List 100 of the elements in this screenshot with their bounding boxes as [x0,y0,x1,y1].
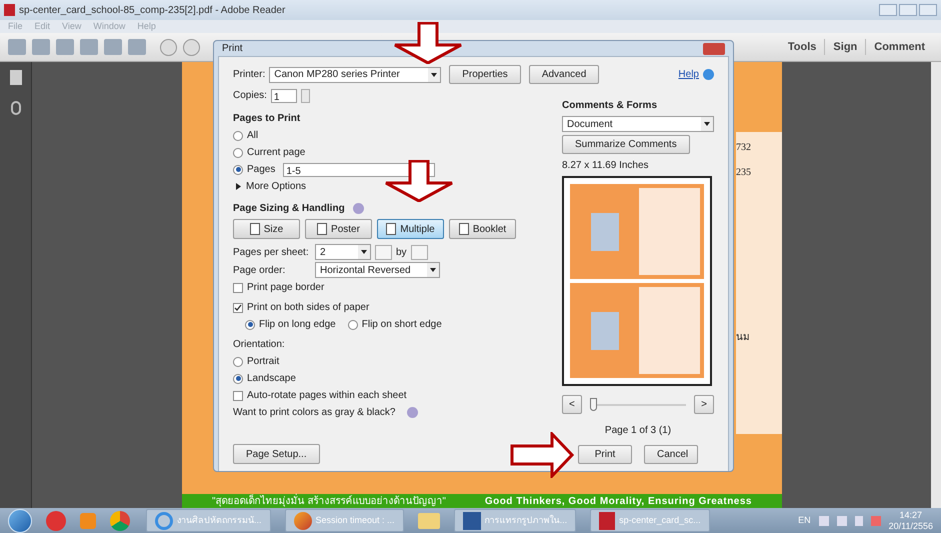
start-orb-icon[interactable] [8,508,32,532]
page-layout-icon [458,223,469,235]
columns-field[interactable] [375,244,392,260]
browser-icon [155,512,173,530]
photo-placeholder [590,212,619,250]
more-options-toggle[interactable]: More Options [246,179,306,194]
printer-dropdown[interactable]: Canon MP280 series Printer [269,66,442,82]
help-link[interactable]: Help [678,67,699,82]
page-setup-button[interactable]: Page Setup... [233,444,320,464]
scrollbar[interactable] [931,62,941,508]
checkbox-label: Print page border [247,281,324,295]
pane-tab[interactable]: Sign [824,38,866,56]
dialog-title: Print [222,42,243,56]
summarize-comments-button[interactable]: Summarize Comments [562,135,690,154]
radio-label: Flip on long edge [259,318,336,332]
browser-icon [294,512,312,530]
next-page-button[interactable]: > [694,395,714,414]
page-layout-icon [250,223,260,235]
section-heading: Page Sizing & Handling [233,202,345,216]
field-label: by [396,246,407,260]
window-title: sp-center_card_school-85_comp-235[2].pdf - Adobe Reader [19,4,286,18]
close-icon[interactable] [919,4,937,16]
sizing-tab[interactable]: Poster [305,219,372,239]
annotation-arrow [510,432,574,478]
pane-tab[interactable]: Comment [865,38,933,56]
caret-icon [428,68,440,82]
page-status: Page 1 of 3 (1) [604,424,672,438]
photo-placeholder [590,312,619,350]
copies-field[interactable]: 1 [270,88,297,102]
tray-icon[interactable] [818,516,829,526]
radio-label: Landscape [247,372,296,386]
radio-button[interactable] [348,320,358,330]
radio-button[interactable] [233,130,243,140]
rows-field[interactable] [410,244,428,260]
page-slider-thumb[interactable] [590,398,597,411]
print-question-text: Want to print colors as gray & black? [233,406,396,420]
field-label: Page order: [233,264,286,278]
caret-icon [701,117,713,131]
restore-icon[interactable] [899,4,917,16]
radio-label: Flip on short edge [362,318,442,332]
sizing-tab[interactable]: Booklet [449,219,516,239]
tray-icon[interactable] [870,516,881,526]
document-icon [462,512,481,530]
close-button[interactable] [703,42,725,54]
properties-button[interactable]: Properties [449,65,521,84]
clock-date: 20/11/2556 [888,520,933,532]
info-icon[interactable] [352,203,364,214]
pane-tab[interactable]: Tools [780,38,824,56]
annotation-arrow [393,22,463,64]
radio-label: Current page [247,146,306,160]
advanced-button[interactable]: Advanced [528,65,600,84]
checkbox[interactable] [233,302,243,312]
spinner-icon[interactable] [300,88,310,102]
pages-icon[interactable] [10,70,22,85]
browser-icon[interactable] [110,510,130,530]
radio-label: Portrait [247,355,280,369]
comments-dropdown[interactable]: Document [562,116,714,132]
radio-button[interactable] [233,148,243,158]
previous-page-button[interactable]: < [562,395,582,414]
pdf-icon [4,4,15,16]
caret-icon [427,263,439,277]
app-icon[interactable] [46,510,66,530]
radio-label: Pages [247,163,276,177]
pdf-icon [599,512,616,530]
paper-size-text: 8.27 x 11.69 Inches [562,159,650,173]
clock-time: 14:27 [900,510,922,520]
checkbox-label: Auto-rotate pages within each sheet [247,389,407,403]
field-label: Printer: [233,68,266,82]
caret-icon [358,245,370,259]
checkbox[interactable] [233,282,243,292]
folder-icon[interactable] [418,512,440,528]
speaker-icon[interactable] [854,516,863,526]
field-label: Pages per sheet: [233,246,310,260]
page-layout-icon [317,223,328,235]
cancel-button[interactable]: Cancel [644,445,698,464]
sizing-tab[interactable]: Multiple [377,219,444,239]
pages-per-sheet-dropdown[interactable]: 2 [315,244,371,260]
field-label: Copies: [233,89,267,103]
expand-triangle-icon[interactable] [235,183,242,190]
section-heading: Pages to Print [233,112,302,126]
page-text: นม [736,331,751,345]
media-player-icon[interactable] [80,512,96,528]
page-order-dropdown[interactable]: Horizontal Reversed [315,262,440,278]
help-icon[interactable] [703,69,714,80]
checkbox-label: Print on both sides of paper [247,301,370,315]
radio-button[interactable] [233,374,243,384]
tray-icon[interactable] [836,516,847,526]
info-icon[interactable] [407,407,418,418]
checkbox[interactable] [233,390,243,400]
sizing-tab[interactable]: Size [233,219,300,239]
slogan-text: Good Thinkers, Good Morality, Ensuring Greatness [484,494,752,508]
radio-button[interactable] [233,164,243,174]
print-button[interactable]: Print [578,445,632,464]
section-heading: Comments & Forms [562,99,658,113]
minimize-icon[interactable] [879,4,897,16]
radio-button[interactable] [233,356,243,366]
slogan-text: "สุดยอดเด็กไทยมุ่งมั่น สร้างสรรค์แบบอย่างด้านปัญญา" [212,494,446,508]
page-text: 235 [736,166,752,180]
page-layout-icon [386,223,396,235]
radio-button[interactable] [245,320,255,330]
